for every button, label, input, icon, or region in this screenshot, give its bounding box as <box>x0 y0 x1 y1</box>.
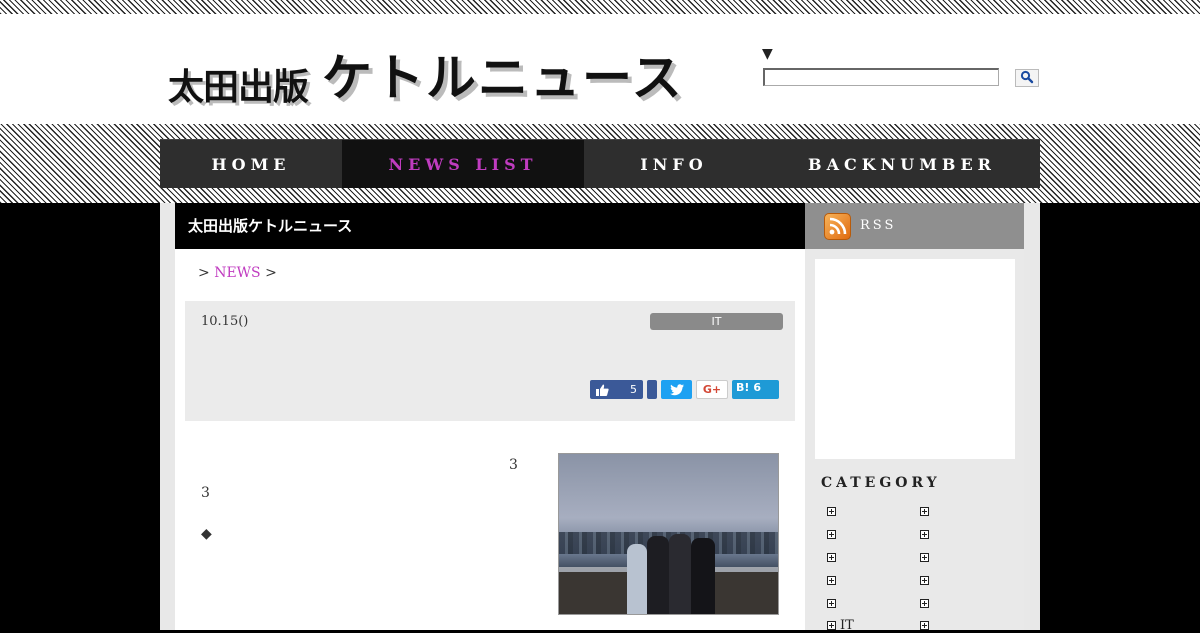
rss-label: RSS <box>860 218 897 233</box>
main-content: 太田出版ケトルニュース > NEWS > 10.15() IT 5 G+ B! … <box>175 203 1050 630</box>
plus-box-icon <box>827 576 836 585</box>
category-item[interactable] <box>827 551 840 565</box>
photo-person <box>691 538 715 614</box>
plus-box-icon <box>920 553 929 562</box>
nav-item-news-list[interactable]: NEWS LIST <box>342 139 584 188</box>
rss-feed-icon <box>829 217 847 235</box>
rss-link[interactable]: RSS <box>805 203 1024 249</box>
category-item-label: IT <box>840 618 854 633</box>
plus-box-icon <box>920 621 929 630</box>
article-body: 3 3 ◆ “ ” <box>201 451 1050 602</box>
category-item[interactable] <box>920 528 933 542</box>
article-paragraph: 3 3 <box>201 457 1050 501</box>
rss-feed-box <box>815 259 1015 459</box>
top-stripe-band <box>0 0 1200 14</box>
twitter-bird-icon <box>669 383 684 395</box>
facebook-like-count: 5 <box>630 383 637 396</box>
category-item[interactable] <box>920 551 933 565</box>
category-badge[interactable]: IT <box>650 313 783 330</box>
main-header-title: 太田出版ケトルニュース <box>175 203 805 249</box>
category-item[interactable] <box>920 505 933 519</box>
category-item-it[interactable]: IT <box>827 619 854 633</box>
plus-box-icon <box>920 530 929 539</box>
plus-box-icon <box>920 507 929 516</box>
google-plus-share-button[interactable]: G+ <box>696 380 728 399</box>
nav-item-backnumber[interactable]: BACKNUMBER <box>764 139 1040 188</box>
breadcrumb: > NEWS > <box>198 265 277 281</box>
breadcrumb-link-news[interactable]: NEWS <box>214 265 260 281</box>
nav-item-home[interactable]: HOME <box>160 139 342 188</box>
facebook-share-button[interactable] <box>647 380 657 399</box>
article-meta-box: 10.15() IT 5 G+ B! 6 <box>185 301 795 421</box>
search-dropdown-arrow-icon[interactable]: ▼ <box>762 46 773 62</box>
category-item[interactable] <box>920 574 933 588</box>
photo-person <box>647 536 669 614</box>
thumbs-up-icon <box>596 384 609 396</box>
plus-box-icon <box>827 553 836 562</box>
search-icon <box>1020 70 1034 84</box>
hatena-bookmark-count: 6 <box>753 381 762 394</box>
site-logo[interactable]: 太田出版 ケトルニュース <box>168 38 684 108</box>
plus-box-icon <box>827 621 836 630</box>
plus-box-icon <box>920 576 929 585</box>
plus-box-icon <box>827 507 836 516</box>
article-date: 10.15() <box>201 314 249 329</box>
photo-person <box>669 534 691 614</box>
logo-title: ケトルニュース <box>322 49 684 107</box>
search-button[interactable] <box>1015 69 1039 87</box>
article-subheading: ◆ <box>201 526 506 542</box>
nav-item-info[interactable]: INFO <box>584 139 764 188</box>
rss-icon <box>824 213 851 240</box>
hatena-bookmark-button[interactable]: B! 6 <box>732 380 779 399</box>
breadcrumb-prefix: > <box>198 265 210 281</box>
plus-box-icon <box>827 530 836 539</box>
category-item[interactable] <box>827 597 840 611</box>
category-item[interactable] <box>920 619 933 633</box>
twitter-share-button[interactable] <box>661 380 692 399</box>
article-paragraph: “ ” <box>201 561 649 589</box>
category-item[interactable] <box>827 528 840 542</box>
logo-publisher: 太田出版 <box>168 67 309 108</box>
sidebar: RSS CATEGORY IT <box>805 203 1024 633</box>
search-input[interactable] <box>763 68 999 86</box>
plus-box-icon <box>920 599 929 608</box>
breadcrumb-suffix: > <box>265 265 277 281</box>
category-item[interactable] <box>920 597 933 611</box>
photo-person <box>627 544 647 614</box>
facebook-like-button[interactable]: 5 <box>590 380 643 399</box>
category-item[interactable] <box>827 505 840 519</box>
article-photo <box>558 453 779 615</box>
hatena-bookmark-icon: B! <box>736 381 750 394</box>
category-title: CATEGORY <box>821 475 941 491</box>
main-nav: HOME NEWS LIST INFO BACKNUMBER <box>160 139 1040 188</box>
category-item[interactable] <box>827 574 840 588</box>
plus-box-icon <box>827 599 836 608</box>
